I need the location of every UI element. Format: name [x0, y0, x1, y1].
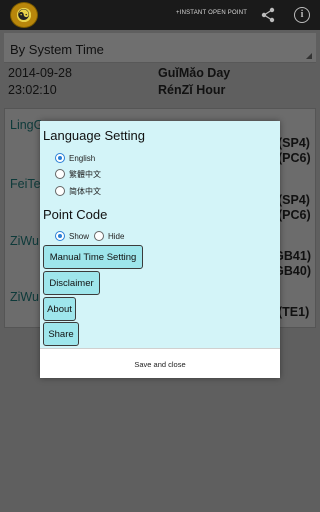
spinner-value: By System Time	[10, 42, 104, 57]
about-button[interactable]: About	[43, 297, 76, 321]
language-option-simplified-chinese[interactable]: 简体中文	[55, 184, 101, 198]
info-icon[interactable]: i	[294, 7, 310, 23]
dialog-footer: Save and close	[40, 348, 280, 378]
language-option-label: English	[69, 153, 96, 163]
hour-text: RénZǐ Hour	[158, 83, 226, 97]
time-text: 23:02:10	[8, 83, 57, 97]
save-and-close-button[interactable]: Save and close	[40, 349, 280, 379]
radio-checked-icon[interactable]	[55, 153, 65, 163]
language-option-label: 繁體中文	[69, 169, 101, 179]
action-bar: +INSTANT OPEN POINT i	[0, 0, 320, 30]
radio-unchecked-icon[interactable]	[55, 186, 65, 196]
result-code: (PC6)	[278, 151, 311, 165]
radio-checked-icon[interactable]	[55, 231, 65, 241]
share-icon[interactable]	[258, 5, 278, 25]
share-button[interactable]: Share	[43, 322, 79, 346]
language-option-english[interactable]: English	[55, 151, 95, 165]
disclaimer-button[interactable]: Disclaimer	[43, 271, 100, 295]
date-text: 2014-09-28	[8, 66, 72, 80]
app-logo-icon[interactable]	[10, 2, 38, 28]
result-code: (SP4)	[278, 193, 310, 207]
instant-open-point-button[interactable]: +INSTANT OPEN POINT	[176, 10, 247, 16]
result-code: (TE1)	[278, 305, 310, 319]
manual-time-setting-button[interactable]: Manual Time Setting	[43, 245, 143, 269]
result-label: ZiWu	[10, 290, 39, 304]
result-code: (SP4)	[278, 136, 310, 150]
result-label: FeiTe	[10, 177, 41, 191]
result-code: (PC6)	[278, 208, 311, 222]
result-label: ZiWu	[10, 234, 39, 248]
point-code-hide-option[interactable]: Hide	[94, 229, 124, 243]
point-code-show-option[interactable]: Show	[55, 229, 89, 243]
spinner-arrow-icon	[306, 53, 312, 59]
point-code-option-label: Show	[69, 231, 90, 241]
day-text: GuǐMǎo Day	[158, 66, 231, 80]
point-code-option-label: Hide	[108, 231, 125, 241]
radio-unchecked-icon[interactable]	[55, 169, 65, 179]
language-setting-heading: Language Setting	[43, 128, 145, 143]
radio-unchecked-icon[interactable]	[94, 231, 104, 241]
language-option-label: 简体中文	[69, 186, 101, 196]
settings-dialog: Language Setting English 繁體中文 简体中文 Point…	[40, 121, 280, 378]
point-code-heading: Point Code	[43, 207, 108, 222]
time-mode-spinner[interactable]: By System Time	[4, 33, 316, 63]
language-option-traditional-chinese[interactable]: 繁體中文	[55, 167, 101, 181]
